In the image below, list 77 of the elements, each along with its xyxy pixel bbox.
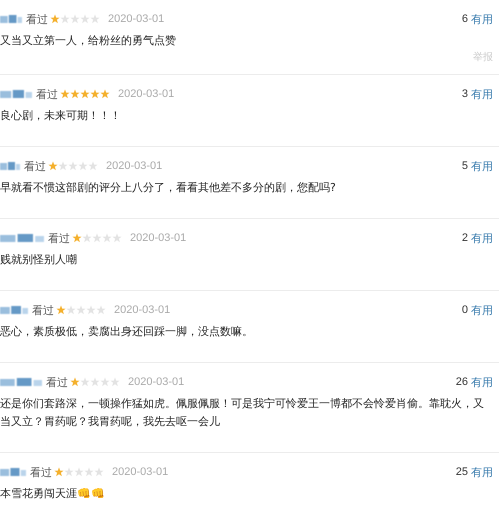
- vote-count: 26: [456, 376, 468, 388]
- review-comment: 贱就别怪别人嘲: [0, 252, 78, 268]
- useful-link[interactable]: 有用: [471, 12, 493, 26]
- review-date: 2020-03-01: [106, 160, 162, 172]
- blurred-name-drawing: [0, 13, 22, 25]
- star-icon: [80, 14, 90, 24]
- review-date: 2020-03-01: [118, 88, 174, 100]
- star-icon: [82, 233, 92, 243]
- star-icon: [80, 377, 90, 387]
- watched-status: 看过: [32, 302, 54, 318]
- star-icon: [58, 161, 68, 171]
- vote-count: 5: [462, 160, 468, 172]
- star-icon: [102, 233, 112, 243]
- vote-count: 25: [456, 466, 468, 478]
- watched-status: 看过: [26, 12, 48, 26]
- star-icon: [74, 467, 84, 477]
- vote-count: 0: [462, 304, 468, 316]
- star-icon: [88, 161, 98, 171]
- star-icon: [56, 305, 66, 315]
- star-icon: [84, 467, 94, 477]
- star-icon: [76, 305, 86, 315]
- star-icon: [80, 89, 90, 99]
- vote-count: 2: [462, 232, 468, 244]
- star-icon: [96, 305, 106, 315]
- watched-status: 看过: [24, 158, 46, 174]
- vote-count: 6: [462, 13, 468, 25]
- blurred-name-drawing: [0, 466, 26, 478]
- star-icon: [78, 161, 88, 171]
- watched-status: 看过: [30, 464, 52, 480]
- star-icon: [72, 233, 82, 243]
- star-icon: [110, 377, 120, 387]
- watched-status: 看过: [46, 374, 68, 390]
- star-icon: [70, 89, 80, 99]
- useful-link[interactable]: 有用: [471, 230, 493, 246]
- star-icon: [68, 161, 78, 171]
- blurred-name-drawing: [0, 160, 20, 172]
- star-icon: [48, 161, 58, 171]
- useful-link[interactable]: 有用: [471, 464, 493, 480]
- review-date: 2020-03-01: [128, 376, 184, 388]
- star-icon: [90, 377, 100, 387]
- useful-link[interactable]: 有用: [471, 158, 493, 174]
- vote-count: 3: [462, 88, 468, 100]
- star-icon: [90, 89, 100, 99]
- blurred-name-drawing: [0, 304, 28, 316]
- watched-status: 看过: [48, 230, 70, 246]
- review-date: 2020-03-01: [114, 304, 170, 316]
- star-icon: [92, 233, 102, 243]
- blurred-name-drawing: [0, 232, 44, 244]
- blurred-name-drawing: [0, 376, 42, 388]
- useful-link[interactable]: 有用: [471, 374, 493, 390]
- review-date: 2020-03-01: [130, 232, 186, 244]
- useful-link[interactable]: 有用: [471, 86, 493, 102]
- review-comment: 又当又立第一人，给粉丝的勇气点赞: [0, 33, 177, 49]
- review-comment: 还是你们套路深，一顿操作猛如虎。佩服佩服！可是我宁可怜爱王一博都不会怜爱肖偷。靠耽火，又当又立？胃药呢？我胃药呢，我先去呕一会儿: [0, 396, 485, 430]
- star-icon: [60, 14, 70, 24]
- review-comment: 恶心，素质极低，卖腐出身还回踩一脚，没点数嘛。: [0, 324, 254, 340]
- star-icon: [60, 89, 70, 99]
- star-icon: [100, 89, 110, 99]
- review-comment: 早就看不惯这部剧的评分上八分了，看看其他差不多分的剧，您配吗?: [0, 180, 337, 196]
- star-icon: [50, 14, 60, 24]
- blurred-name-drawing: [0, 88, 32, 100]
- star-icon: [94, 467, 104, 477]
- star-icon: [100, 377, 110, 387]
- review-date: 2020-03-01: [108, 13, 164, 25]
- star-icon: [64, 467, 74, 477]
- star-icon: [66, 305, 76, 315]
- star-icon: [90, 14, 100, 24]
- star-icon: [112, 233, 122, 243]
- review-comment: 良心剧，未来可期！！！: [0, 108, 122, 124]
- review-date: 2020-03-01: [112, 466, 168, 478]
- watched-status: 看过: [36, 86, 58, 102]
- star-icon: [70, 377, 80, 387]
- review-comment: 本雪花勇闯天涯👊👊: [0, 486, 106, 502]
- useful-link[interactable]: 有用: [471, 302, 493, 318]
- star-icon: [70, 14, 80, 24]
- star-icon: [54, 467, 64, 477]
- star-icon: [86, 305, 96, 315]
